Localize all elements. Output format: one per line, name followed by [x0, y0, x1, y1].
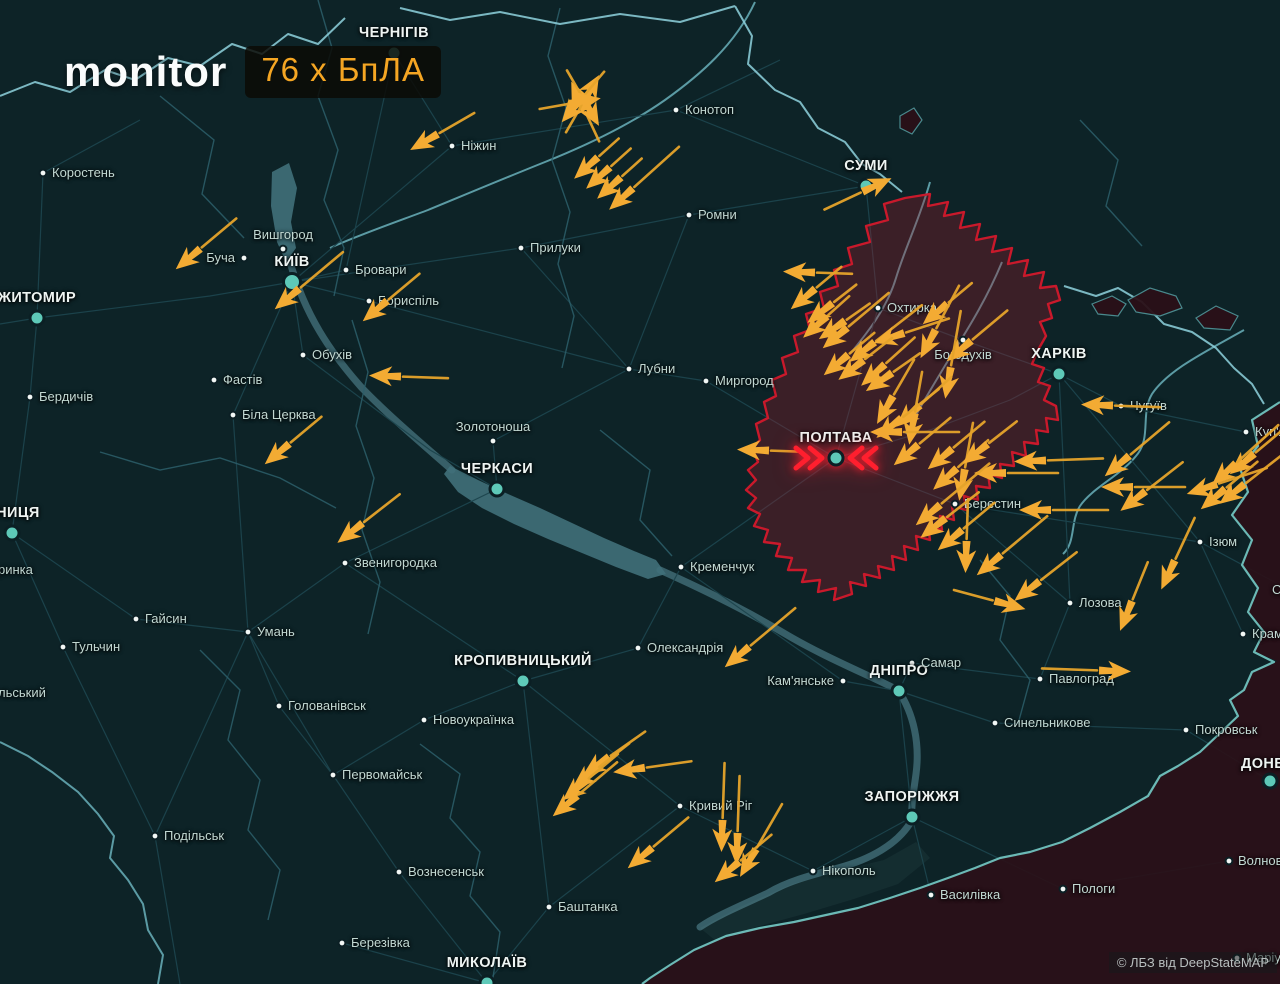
drone-marker[interactable]	[258, 409, 328, 472]
drone-trail	[903, 389, 938, 417]
drone-marker[interactable]	[268, 244, 349, 317]
drone-marker[interactable]	[169, 211, 242, 277]
drone-trail	[738, 776, 740, 831]
drone-trail	[1042, 668, 1097, 670]
drone-marker[interactable]	[1152, 514, 1204, 594]
drone-trail	[824, 193, 860, 210]
drone-marker[interactable]	[820, 169, 896, 218]
drone-marker[interactable]	[916, 275, 978, 331]
drone-trail	[654, 818, 688, 847]
drone-trail	[973, 311, 1007, 340]
drone-trail	[1176, 518, 1195, 559]
drone-trail	[389, 274, 420, 300]
drone-trail	[741, 835, 772, 861]
drone-trail	[622, 159, 641, 176]
drone-trail	[202, 219, 236, 248]
drone-trail	[1133, 562, 1148, 599]
drone-marker[interactable]	[369, 365, 449, 388]
drone-trail	[364, 494, 399, 522]
drone-marker[interactable]	[1098, 415, 1175, 484]
shahed-drone-icon	[1152, 556, 1184, 593]
drone-trail	[849, 293, 889, 326]
strike-target-marker	[796, 448, 876, 468]
drone-marker[interactable]	[970, 508, 1053, 582]
shahed-drone-icon	[1099, 660, 1132, 681]
target-chevron-icon	[810, 448, 822, 468]
drone-trail	[647, 761, 692, 767]
drone-trail	[894, 353, 920, 371]
shahed-drone-icon	[1014, 450, 1047, 471]
shahed-drone-icon	[737, 439, 770, 460]
drone-marker[interactable]	[1111, 558, 1157, 634]
drone-trail	[751, 608, 795, 645]
shahed-drone-icon	[783, 261, 816, 282]
city-dot[interactable]	[829, 451, 843, 465]
drone-marker[interactable]	[711, 763, 734, 853]
brand-logo: monitor	[64, 48, 227, 96]
drone-marker[interactable]	[1008, 544, 1083, 608]
drone-trail	[634, 147, 679, 187]
shahed-drone-icon	[711, 820, 732, 853]
drone-marker[interactable]	[1014, 448, 1104, 471]
drone-trail	[540, 104, 568, 109]
drone-trail	[291, 417, 322, 443]
drone-trail	[723, 763, 725, 818]
drone-trail	[967, 499, 968, 539]
shahed-drone-icon	[1101, 477, 1133, 497]
drone-trail	[1237, 425, 1278, 462]
drone-trail	[440, 113, 475, 133]
drone-marker[interactable]	[405, 104, 479, 158]
drone-marker[interactable]	[1081, 394, 1161, 417]
drone-marker[interactable]	[726, 776, 749, 866]
drone-trail	[1003, 516, 1047, 553]
drone-marker[interactable]	[1019, 500, 1108, 520]
drone-trail	[1048, 458, 1103, 460]
uav-count-badge: 76 х БпЛА	[245, 46, 441, 98]
drone-marker[interactable]	[718, 600, 801, 674]
drone-marker[interactable]	[1042, 658, 1132, 681]
shahed-drone-icon	[858, 169, 895, 201]
shahed-drone-icon	[935, 366, 960, 401]
drone-trail	[920, 418, 951, 444]
shahed-drone-icon	[1111, 597, 1142, 634]
target-marker-layer	[796, 448, 876, 468]
drone-trail	[301, 252, 343, 287]
shahed-drone-icon	[1081, 394, 1114, 415]
drone-trail	[954, 590, 993, 600]
drone-marker[interactable]	[612, 751, 693, 782]
drone-trail	[817, 267, 842, 288]
drone-marker[interactable]	[783, 261, 853, 283]
drone-trail	[403, 377, 448, 379]
drone-marker[interactable]	[621, 810, 694, 876]
drone-marker[interactable]	[899, 370, 932, 446]
drone-marker[interactable]	[556, 746, 624, 808]
drone-marker[interactable]	[546, 755, 623, 824]
drone-trail	[1131, 422, 1169, 454]
target-chevron-icon	[864, 448, 876, 468]
drone-marker[interactable]	[356, 266, 426, 329]
drone-markers-layer	[169, 65, 1280, 890]
drone-trail	[611, 149, 630, 166]
drone-trail	[757, 804, 782, 847]
markers-overlay	[0, 0, 1280, 984]
drone-marker[interactable]	[1205, 418, 1280, 492]
target-chevron-icon	[796, 448, 808, 468]
drone-trail	[1115, 406, 1160, 408]
drone-marker[interactable]	[331, 486, 406, 550]
drone-monitor-map[interactable]: ЧЕРНІГІВКИЇВЖИТОМИРВІННИЦЯСУМИХАРКІВПОЛТ…	[0, 0, 1280, 984]
shahed-drone-icon	[405, 125, 443, 158]
target-chevron-icon	[850, 448, 862, 468]
shahed-drone-icon	[369, 365, 402, 386]
map-header: monitor 76 х БпЛА	[64, 46, 441, 98]
shahed-drone-icon	[331, 515, 369, 550]
drone-trail	[989, 421, 1017, 443]
shahed-drone-icon	[955, 541, 976, 574]
map-attribution: © ЛБЗ від DeepStateMAP	[1109, 952, 1277, 973]
drone-trail	[1041, 552, 1076, 580]
drone-trail	[599, 139, 618, 156]
drone-marker[interactable]	[737, 439, 802, 461]
